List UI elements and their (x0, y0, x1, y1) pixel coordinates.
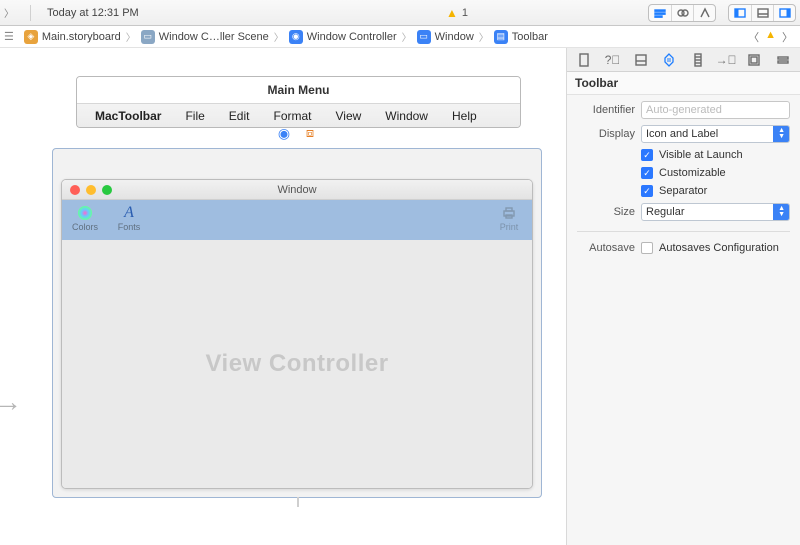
right-panel-icon[interactable] (773, 5, 795, 21)
visible-label: Visible at Launch (659, 149, 743, 161)
nav-warning-icon[interactable]: ▲ (762, 29, 779, 45)
colors-icon (76, 204, 94, 222)
fonts-icon: A (120, 204, 138, 222)
editor-view-segmented[interactable] (648, 4, 716, 22)
inspector-panel: ?⃝ →⃝ Toolbar Identifier Display Icon an… (566, 48, 800, 545)
toolbar-label: Colors (72, 222, 98, 232)
view-controller-placeholder: View Controller (205, 350, 388, 378)
minimize-icon[interactable] (86, 185, 96, 195)
customizable-label: Customizable (659, 167, 726, 179)
menu-item-view[interactable]: View (324, 109, 374, 123)
standard-editor-icon[interactable] (649, 5, 671, 21)
autosave-label: Autosave (577, 242, 635, 254)
window-toolbar[interactable]: Colors A Fonts Print (62, 200, 532, 240)
select-arrows-icon: ▲▼ (778, 206, 785, 218)
crumb-scene[interactable]: ▭Window C…ller Scene (137, 26, 273, 47)
left-panel-icon[interactable] (729, 5, 751, 21)
divider (30, 5, 31, 21)
warning-count: 1 (462, 7, 468, 19)
related-items-icon[interactable]: ☰ (4, 30, 20, 43)
separator-checkbox[interactable]: ✓ (641, 185, 653, 197)
chevron-icon: 〉 (478, 29, 490, 44)
top-toolbar: 〉 Today at 12:31 PM ▲ 1 (0, 0, 800, 26)
nav-prev-icon[interactable]: 〈 (745, 29, 762, 45)
display-select[interactable]: Icon and Label ▲▼ (641, 125, 790, 143)
menu-item-window[interactable]: Window (373, 109, 440, 123)
version-editor-icon[interactable] (693, 5, 715, 21)
chevron-icon: 〉 (125, 29, 137, 44)
autosave-checkbox[interactable] (641, 242, 653, 254)
toolbar-item-colors[interactable]: Colors (68, 204, 102, 232)
first-responder-icon[interactable]: ⧈ (302, 125, 318, 141)
window-controller-scene[interactable]: ◉ ⧈ Window Colors (52, 148, 542, 498)
window-titlebar: Window (62, 180, 532, 200)
close-icon[interactable] (70, 185, 80, 195)
select-arrows-icon: ▲▼ (778, 128, 785, 140)
build-status-time: Today at 12:31 PM (47, 7, 139, 19)
nav-next-icon[interactable]: 〉 (779, 29, 796, 45)
separator-label: Separator (659, 185, 707, 197)
help-inspector-icon[interactable]: ?⃝ (599, 48, 625, 71)
size-label: Size (577, 206, 635, 218)
crumb-toolbar[interactable]: ▤Toolbar (490, 26, 552, 47)
window-mock[interactable]: Window Colors A Fonts Print (61, 179, 533, 489)
toolbar-item-print[interactable]: Print (492, 204, 526, 232)
inspector-tabs: ?⃝ →⃝ (567, 48, 800, 72)
divider (577, 231, 790, 232)
autosave-option-label: Autosaves Configuration (659, 242, 779, 254)
effects-inspector-icon[interactable] (770, 48, 796, 71)
inspector-section-header: Toolbar (567, 72, 800, 95)
crumb-storyboard[interactable]: ◈Main.storyboard (20, 26, 125, 47)
toolbar-item-fonts[interactable]: A Fonts (112, 204, 146, 232)
bottom-panel-icon[interactable] (751, 5, 773, 21)
menu-item-edit[interactable]: Edit (217, 109, 262, 123)
customizable-checkbox[interactable]: ✓ (641, 167, 653, 179)
identifier-field[interactable] (641, 101, 790, 119)
toolbar-label: Fonts (118, 222, 141, 232)
print-icon (500, 204, 518, 222)
identity-inspector-icon[interactable] (628, 48, 654, 71)
segue-connector-icon (297, 497, 299, 507)
entry-point-arrow-icon: → (0, 388, 22, 416)
menu-item-app[interactable]: MacToolbar (77, 109, 173, 123)
history-chevron-icon[interactable]: 〉 (4, 5, 14, 20)
panel-view-segmented[interactable] (728, 4, 796, 22)
main-menu-title: Main Menu (77, 77, 520, 103)
zoom-icon[interactable] (102, 185, 112, 195)
bindings-inspector-icon[interactable] (741, 48, 767, 71)
visible-checkbox[interactable]: ✓ (641, 149, 653, 161)
window-controller-icon[interactable]: ◉ (276, 125, 292, 141)
chevron-icon: 〉 (273, 29, 285, 44)
attributes-inspector-icon[interactable] (656, 48, 682, 71)
menu-item-file[interactable]: File (173, 109, 216, 123)
toolbar-label: Print (500, 222, 519, 232)
crumb-window[interactable]: ▭Window (413, 26, 478, 47)
window-content[interactable]: View Controller (62, 240, 532, 488)
assistant-editor-icon[interactable] (671, 5, 693, 21)
warning-indicator[interactable]: ▲ 1 (446, 6, 468, 20)
window-title: Window (62, 184, 532, 196)
crumb-window-controller[interactable]: ◉Window Controller (285, 26, 401, 47)
jump-bar: ☰ ◈Main.storyboard 〉 ▭Window C…ller Scen… (0, 26, 800, 48)
chevron-icon: 〉 (401, 29, 413, 44)
size-select[interactable]: Regular ▲▼ (641, 203, 790, 221)
interface-builder-canvas[interactable]: → Main Menu MacToolbar File Edit Format … (0, 48, 566, 545)
select-value: Regular (646, 206, 685, 218)
menu-item-help[interactable]: Help (440, 109, 489, 123)
file-inspector-icon[interactable] (571, 48, 597, 71)
identifier-label: Identifier (577, 104, 635, 116)
select-value: Icon and Label (646, 128, 718, 140)
display-label: Display (577, 128, 635, 140)
connections-inspector-icon[interactable]: →⃝ (713, 48, 739, 71)
size-inspector-icon[interactable] (685, 48, 711, 71)
crumb-nav: 〈 ▲ 〉 (745, 29, 796, 45)
warning-triangle-icon: ▲ (446, 6, 458, 20)
